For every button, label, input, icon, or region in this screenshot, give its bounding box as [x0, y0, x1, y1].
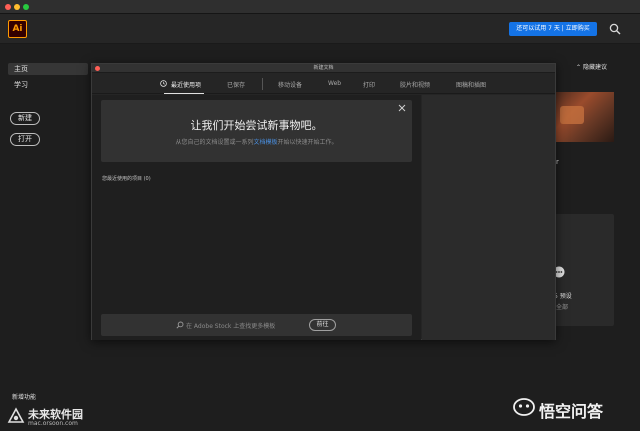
templates-link[interactable]: 文档模板	[253, 139, 277, 146]
sidebar-item-home[interactable]: 主页	[8, 63, 88, 75]
new-features-link[interactable]: 新增功能	[12, 392, 36, 401]
tab-recent[interactable]: 最近使用项	[171, 80, 201, 89]
tab-art-illustration[interactable]: 图稿和插图	[456, 80, 486, 89]
trial-purchase-button[interactable]: 还可以试用 7 天 | 立即购买	[509, 22, 597, 36]
left-sidebar: 主页 学习 新建 打开 新增功能	[0, 45, 90, 431]
recent-items-pane: 让我们开始尝试新事物吧。 从您自己的文档设置或一系列文档模板开始以快速开始工作。…	[92, 95, 421, 340]
sidebar-item-learn[interactable]: 学习	[8, 79, 88, 91]
welcome-subtitle: 从您自己的文档设置或一系列文档模板开始以快速开始工作。	[101, 137, 412, 146]
dialog-title: 新建文档	[313, 65, 334, 71]
illustrator-logo: Ai	[8, 20, 27, 38]
hide-suggestions-toggle[interactable]: ⌃ 隐藏建议	[576, 62, 607, 71]
recent-items-label: 您最近使用的项目 (0)	[102, 176, 151, 182]
active-tab-indicator	[164, 93, 204, 94]
minimize-window-button[interactable]	[14, 4, 20, 10]
new-button[interactable]: 新建	[10, 112, 40, 125]
preset-label: 5 预设	[554, 293, 572, 300]
welcome-sub-text: 从您自己的文档设置或一系列	[175, 139, 254, 146]
tab-saved[interactable]: 已保存	[227, 80, 245, 89]
watermark-wukong-name: 悟空问答	[539, 402, 604, 421]
welcome-sub-text-end: 开始以快速开始工作。	[277, 139, 338, 146]
dialog-close-button[interactable]	[95, 66, 100, 71]
dialog-titlebar: 新建文档	[92, 64, 555, 73]
new-document-dialog: 新建文档 最近使用项 已保存 移动设备 Web 打印 胶片和视频 图稿和插图 让…	[91, 63, 556, 340]
tab-divider	[262, 78, 263, 90]
search-icon[interactable]	[609, 23, 621, 35]
close-icon[interactable]	[398, 104, 406, 112]
tab-print[interactable]: 打印	[363, 80, 375, 89]
document-details-pane	[422, 95, 555, 340]
orsoon-logo-icon	[7, 407, 25, 423]
adobe-stock-search-bar: 在 Adobe Stock 上查找更多模板 前往	[101, 314, 412, 336]
go-button[interactable]: 前往	[309, 319, 336, 331]
tab-mobile[interactable]: 移动设备	[278, 80, 302, 89]
window-titlebar	[0, 0, 640, 14]
tab-web[interactable]: Web	[328, 80, 341, 87]
welcome-banner: 让我们开始尝试新事物吧。 从您自己的文档设置或一系列文档模板开始以快速开始工作。	[101, 100, 412, 162]
open-button[interactable]: 打开	[10, 133, 40, 146]
preset-sublabel: 全部	[556, 304, 569, 311]
hide-suggestions-label: 隐藏建议	[582, 64, 607, 71]
clock-icon	[160, 80, 167, 87]
welcome-title: 让我们开始尝试新事物吧。	[190, 119, 323, 132]
stock-search-input[interactable]: 在 Adobe Stock 上查找更多模板	[186, 321, 275, 330]
chevron-up-icon: ⌃	[576, 64, 582, 71]
suggestion-card-text: r	[556, 158, 559, 166]
zoom-window-button[interactable]	[23, 4, 29, 10]
document-category-tabs: 最近使用项 已保存 移动设备 Web 打印 胶片和视频 图稿和插图	[92, 74, 555, 94]
close-window-button[interactable]	[5, 4, 11, 10]
wukong-logo-icon	[513, 398, 535, 416]
watermark-orsoon-url: mac.orsoon.com	[28, 420, 78, 427]
suggestion-thumbnail[interactable]	[554, 92, 614, 142]
tab-film-video[interactable]: 胶片和视频	[400, 80, 430, 89]
search-icon	[176, 321, 184, 329]
app-header: Ai 还可以试用 7 天 | 立即购买	[0, 14, 640, 44]
